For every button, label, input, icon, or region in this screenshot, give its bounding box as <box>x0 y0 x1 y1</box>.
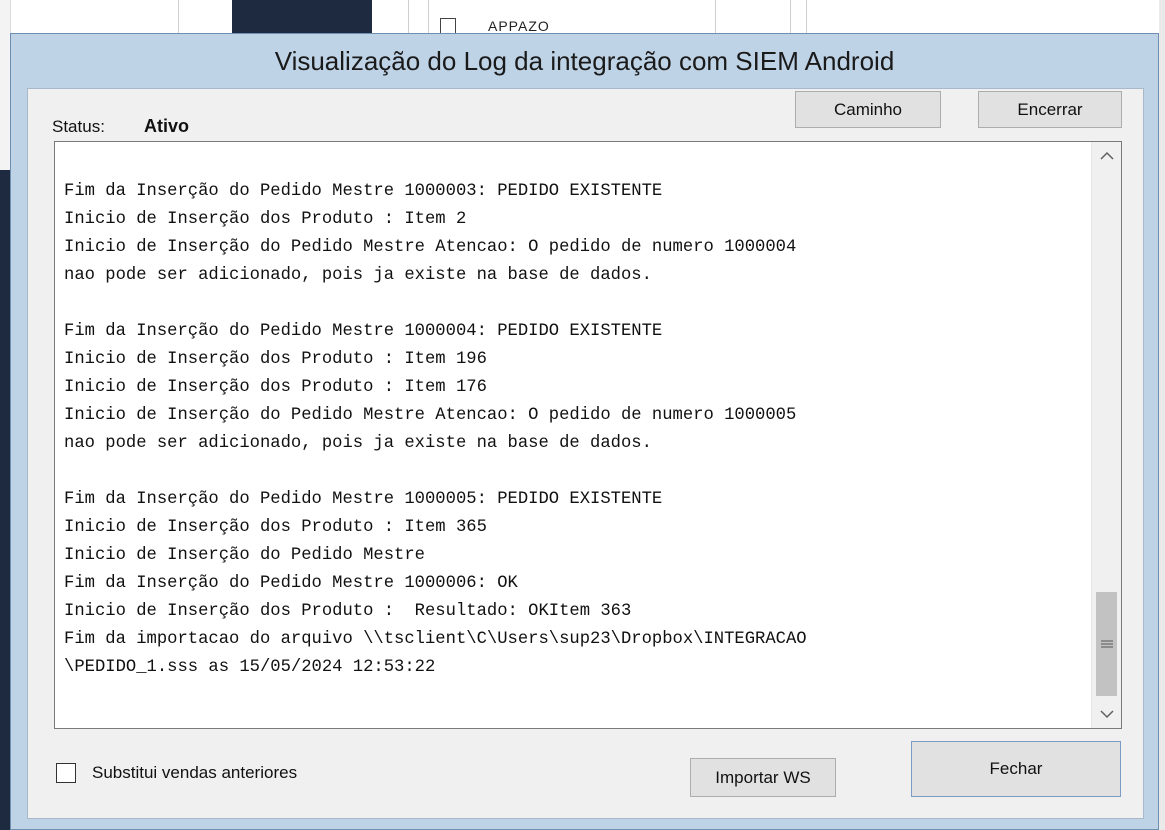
log-line: Inicio de Inserção do Pedido Mestre Aten… <box>64 406 797 425</box>
log-line: Fim da importacao do arquivo \\tsclient\… <box>64 630 807 649</box>
background-checkbox <box>440 18 456 34</box>
background-edge <box>1159 0 1165 830</box>
scroll-thumb[interactable] <box>1096 592 1117 696</box>
log-line: Inicio de Inserção do Pedido Mestre <box>64 546 425 565</box>
substitui-vendas-checkbox[interactable] <box>56 763 76 783</box>
log-line: Inicio de Inserção dos Produto : Item 19… <box>64 350 487 369</box>
log-line: Inicio de Inserção dos Produto : Resulta… <box>64 602 632 621</box>
background-divider <box>428 0 429 34</box>
background-dark-block <box>232 0 372 34</box>
background-divider <box>806 0 807 34</box>
log-textarea[interactable]: Fim da Inserção do Pedido Mestre 1000003… <box>54 141 1122 729</box>
dialog-title: Visualização do Log da integração com SI… <box>274 45 895 76</box>
log-line: Inicio de Inserção dos Produto : Item 17… <box>64 378 487 397</box>
status-value: Ativo <box>144 116 189 136</box>
background-divider <box>790 0 791 34</box>
importar-ws-button[interactable]: Importar WS <box>690 758 836 797</box>
log-line: Inicio de Inserção dos Produto : Item 2 <box>64 210 467 229</box>
background-divider <box>715 0 716 34</box>
log-line: nao pode ser adicionado, pois ja existe … <box>64 266 652 285</box>
log-line: Fim da Inserção do Pedido Mestre 1000004… <box>64 322 663 341</box>
log-dialog: Visualização do Log da integração com SI… <box>10 33 1159 830</box>
encerrar-button[interactable]: Encerrar <box>978 91 1122 128</box>
background-partial-text: APPAZO <box>488 18 550 34</box>
log-line: Inicio de Inserção dos Produto : Item 36… <box>64 518 487 537</box>
background-divider <box>178 0 179 34</box>
chevron-up-icon[interactable] <box>1092 142 1121 170</box>
background-divider <box>408 0 409 34</box>
fechar-button[interactable]: Fechar <box>911 741 1121 797</box>
log-line: Fim da Inserção do Pedido Mestre 1000003… <box>64 182 663 201</box>
status-label: Status: <box>52 117 105 136</box>
background-edge-bottom <box>0 770 10 830</box>
log-content: Fim da Inserção do Pedido Mestre 1000003… <box>64 178 1084 682</box>
log-line: nao pode ser adicionado, pois ja existe … <box>64 434 652 453</box>
log-line: \PEDIDO_1.sss as 15/05/2024 12:53:22 <box>64 658 436 677</box>
caminho-button[interactable]: Caminho <box>795 91 941 128</box>
chevron-down-icon[interactable] <box>1092 700 1121 728</box>
grip-icon <box>1100 640 1113 648</box>
vertical-scrollbar[interactable] <box>1091 142 1121 728</box>
substitui-vendas-label[interactable]: Substitui vendas anteriores <box>92 763 297 783</box>
log-line: Fim da Inserção do Pedido Mestre 1000005… <box>64 490 663 509</box>
log-line: Inicio de Inserção do Pedido Mestre Aten… <box>64 238 797 257</box>
log-line: Fim da Inserção do Pedido Mestre 1000006… <box>64 574 518 593</box>
dialog-client-area: Status: Ativo Caminho Encerrar Fim da In… <box>27 88 1144 819</box>
